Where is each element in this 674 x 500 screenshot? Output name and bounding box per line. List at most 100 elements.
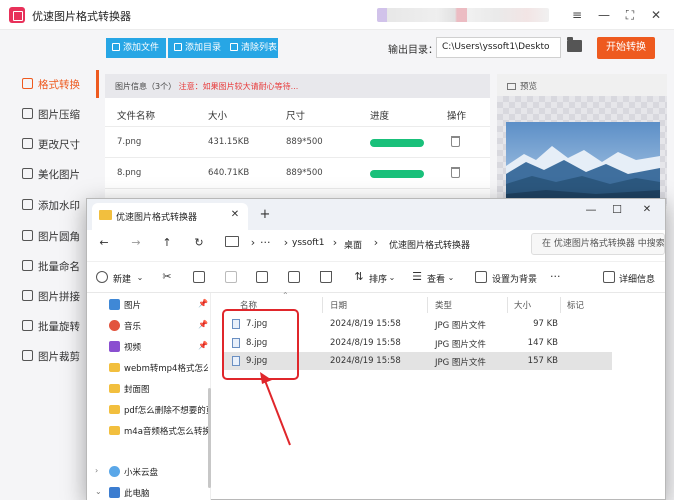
more-options-icon[interactable]: ···: [550, 270, 561, 283]
col-header-date[interactable]: 日期: [330, 299, 347, 311]
minimize-icon[interactable]: —: [596, 7, 612, 23]
more-locations-icon[interactable]: ···: [260, 236, 271, 249]
row-2-size: 640.71KB: [208, 168, 250, 178]
refresh-icon[interactable]: ↻: [192, 236, 206, 250]
col-header-tags[interactable]: 标记: [567, 299, 584, 311]
col-header-type[interactable]: 类型: [435, 299, 452, 311]
this-pc-icon[interactable]: [225, 236, 239, 247]
col-header-dimensions: 尺寸: [286, 111, 306, 122]
file-type: JPG 图片文件: [435, 358, 486, 368]
open-folder-icon[interactable]: [567, 37, 582, 52]
nav-item-videos[interactable]: 视频 📌: [87, 337, 211, 357]
breadcrumb-item-folder[interactable]: 优速图片格式转换器: [389, 238, 470, 251]
view-button[interactable]: 查看: [427, 272, 445, 285]
user-account-blurred[interactable]: [377, 8, 549, 22]
pictures-icon: [109, 299, 120, 310]
row-2-delete-icon[interactable]: [451, 167, 460, 178]
forward-arrow-icon[interactable]: →: [129, 236, 143, 250]
view-icon: ☰: [412, 270, 422, 283]
up-arrow-icon[interactable]: ↑: [160, 236, 174, 250]
breadcrumb-item-desktop[interactable]: 桌面: [344, 238, 362, 251]
row-divider: [105, 157, 490, 158]
folder-icon: [109, 426, 120, 435]
nav-item-label: pdf怎么删除不想要的页: [124, 406, 208, 416]
column-divider[interactable]: [322, 297, 323, 313]
output-path-field[interactable]: C:\Users\yssoft1\Deskto: [436, 37, 561, 58]
trash-icon: [230, 43, 238, 51]
sidebar-item-rotate[interactable]: 批量旋转: [0, 312, 96, 340]
column-divider[interactable]: [507, 297, 508, 313]
details-button[interactable]: 详细信息: [619, 272, 655, 285]
sidebar-item-resize[interactable]: 更改尺寸: [0, 130, 96, 158]
pc-icon: [109, 487, 120, 498]
add-directory-button[interactable]: 添加目录: [168, 38, 224, 58]
column-divider[interactable]: [427, 297, 428, 313]
breadcrumb-item-user[interactable]: yssoft1: [292, 238, 324, 248]
delete-icon[interactable]: [320, 271, 332, 283]
nav-item-music[interactable]: 音乐 📌: [87, 316, 211, 336]
col-header-size: 大小: [208, 111, 228, 122]
nav-pane-scrollbar[interactable]: [208, 388, 211, 488]
add-file-button[interactable]: 添加文件: [106, 38, 166, 58]
close-icon[interactable]: ✕: [648, 7, 664, 23]
sidebar-item-label: 批量命名: [38, 261, 80, 273]
rotate-icon: [22, 320, 33, 331]
share-icon[interactable]: [288, 271, 300, 283]
explorer-search-input[interactable]: 在 优速图片格式转换器 中搜索: [531, 233, 665, 255]
sidebar-item-round-corner[interactable]: 图片圆角: [0, 222, 96, 250]
row-divider: [105, 126, 490, 127]
sidebar-item-batch-rename[interactable]: 批量命名: [0, 252, 96, 280]
sidebar-item-watermark[interactable]: 添加水印: [0, 191, 96, 219]
nav-item-this-pc[interactable]: 此电脑: [87, 483, 211, 500]
new-plus-icon: [96, 271, 108, 283]
row-1-size: 431.15KB: [208, 137, 250, 147]
col-header-size[interactable]: 大小: [514, 299, 531, 311]
preview-title: 预览: [520, 82, 538, 92]
file-size: 97 KB: [533, 319, 558, 329]
cut-icon[interactable]: ✂: [160, 270, 174, 284]
sidebar-item-format-convert[interactable]: 格式转换: [0, 70, 96, 98]
minimize-icon[interactable]: —: [584, 203, 598, 217]
nav-item-folder-webm[interactable]: webm转mp4格式怎么转换: [87, 358, 211, 378]
file-date: 2024/8/19 15:58: [330, 356, 401, 366]
nav-item-folder-m4a[interactable]: m4a音频格式怎么转换成: [87, 421, 211, 441]
sidebar-item-compress[interactable]: 图片压缩: [0, 100, 96, 128]
file-type: JPG 图片文件: [435, 321, 486, 331]
pin-icon: 📌: [198, 299, 208, 308]
chevron-down-icon: ⌄: [136, 273, 144, 282]
sidebar-item-label: 图片压缩: [38, 109, 80, 121]
new-button[interactable]: 新建: [113, 272, 131, 285]
nav-item-folder-pdf[interactable]: pdf怎么删除不想要的页: [87, 400, 211, 420]
copy-icon[interactable]: [193, 271, 205, 283]
breadcrumb-chevron-icon: ›: [373, 236, 379, 249]
maximize-icon[interactable]: ☐: [610, 203, 624, 217]
rename-icon[interactable]: [256, 271, 268, 283]
nav-item-pictures[interactable]: 图片 📌: [87, 295, 211, 315]
file-date: 2024/8/19 15:58: [330, 338, 401, 348]
nav-item-label: 封面图: [124, 385, 150, 395]
chevron-down-icon: ⌄: [447, 273, 455, 282]
menu-icon[interactable]: ≡: [569, 7, 585, 23]
row-2-progress-bar: [370, 170, 424, 178]
file-type: JPG 图片文件: [435, 340, 486, 350]
nav-item-folder-cover[interactable]: 封面图: [87, 379, 211, 399]
round-corner-icon: [22, 230, 33, 241]
nav-item-xiaomi-cloud[interactable]: 小米云盘: [87, 462, 211, 482]
back-arrow-icon[interactable]: ←: [97, 236, 111, 250]
close-icon[interactable]: ✕: [640, 203, 654, 217]
sidebar-item-crop[interactable]: 图片裁剪: [0, 342, 96, 370]
cloud-icon: [109, 466, 120, 477]
maximize-icon[interactable]: ⛶: [622, 7, 638, 23]
new-tab-icon[interactable]: +: [258, 208, 272, 222]
column-divider[interactable]: [560, 297, 561, 313]
nav-item-label: 图片: [124, 301, 142, 311]
music-icon: [109, 320, 120, 331]
set-as-background-button[interactable]: 设置为背景: [492, 272, 537, 285]
sidebar-item-stitch[interactable]: 图片拼接: [0, 282, 96, 310]
start-convert-button[interactable]: 开始转换: [597, 37, 655, 59]
close-tab-icon[interactable]: ✕: [228, 208, 242, 222]
clear-list-button[interactable]: 清除列表: [224, 38, 278, 58]
row-1-delete-icon[interactable]: [451, 136, 460, 147]
sidebar-item-beautify[interactable]: 美化图片: [0, 160, 96, 188]
paste-icon[interactable]: [225, 271, 237, 283]
